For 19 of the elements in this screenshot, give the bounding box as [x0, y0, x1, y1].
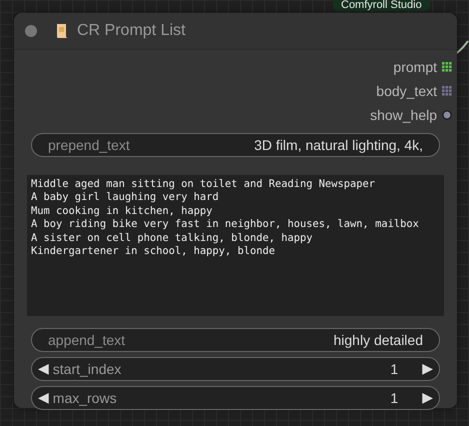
decrement-button[interactable]: ◀ [38, 362, 49, 376]
increment-button[interactable]: ▶ [422, 362, 433, 376]
grid-icon[interactable] [442, 86, 452, 96]
output-label: prompt [393, 59, 437, 75]
increment-button[interactable]: ▶ [422, 391, 433, 405]
collapse-dot-icon[interactable] [25, 25, 37, 37]
scroll-icon [55, 23, 69, 39]
text-widget[interactable]: prepend_text 3D film, natural lighting, 4k, [31, 133, 440, 157]
number-widget[interactable]: ◀ start_index 1 ▶ [31, 357, 440, 381]
text-widget[interactable]: append_text highly detailed [31, 328, 440, 352]
output-label: show_help [370, 107, 437, 123]
decrement-button[interactable]: ◀ [38, 391, 49, 405]
grid-icon[interactable] [442, 62, 452, 72]
output-label: body_text [376, 83, 437, 99]
number-widget[interactable]: ◀ max_rows 1 ▶ [31, 386, 440, 410]
node-title: CR Prompt List [77, 22, 186, 40]
output-slot-icon[interactable] [442, 110, 452, 120]
group-label: Comfyroll Studio [333, 0, 430, 11]
prompt-text-field[interactable]: Middle aged man sitting on toilet and Reading Newspaper A baby girl laughing very hard Mum cooking in kitchen, happy A boy riding bike very fast in neighbor, houses, lawn, mailbox A sister on cell phone talking, blonde, happy Kindergartener in school, happy, blonde [27, 175, 444, 316]
